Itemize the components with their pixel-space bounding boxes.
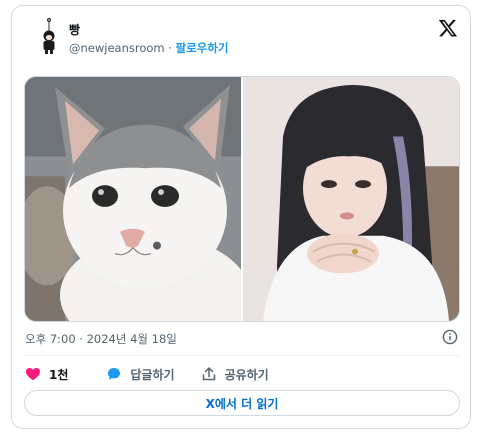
author-subline: @newjeansroom · 팔로우하기 xyxy=(69,40,229,56)
author-avatar[interactable] xyxy=(29,17,69,57)
like-count: 1천 xyxy=(49,367,69,382)
x-logo-icon[interactable] xyxy=(438,18,458,38)
tweet-timestamp[interactable]: 오후 7:00 · 2024년 4월 18일 xyxy=(25,331,177,347)
author-handle[interactable]: @newjeansroom xyxy=(69,41,165,55)
follow-button[interactable]: 팔로우하기 xyxy=(176,41,229,55)
read-more-button[interactable]: X에서 더 읽기 xyxy=(24,390,460,416)
share-upload-icon xyxy=(202,367,215,381)
cat-photo[interactable] xyxy=(25,77,241,321)
heart-icon xyxy=(26,368,40,381)
share-label: 공유하기 xyxy=(224,367,269,382)
embedded-tweet-card: 빵 @newjeansroom · 팔로우하기 오후 7:00 · 2024년 … xyxy=(11,5,471,429)
divider xyxy=(24,355,460,356)
person-photo[interactable] xyxy=(243,77,459,321)
separator-dot: · xyxy=(168,41,172,55)
tweet-media xyxy=(24,76,460,322)
like-button[interactable]: 1천 xyxy=(25,366,68,383)
share-button[interactable]: 공유하기 xyxy=(201,366,269,383)
speech-bubble-icon xyxy=(108,368,121,380)
info-icon[interactable] xyxy=(442,329,458,345)
action-bar: 1천 답글하기 공유하기 xyxy=(25,364,269,384)
reply-button[interactable]: 답글하기 xyxy=(106,366,175,383)
author-name[interactable]: 빵 xyxy=(69,21,80,38)
reply-label: 답글하기 xyxy=(130,367,175,382)
